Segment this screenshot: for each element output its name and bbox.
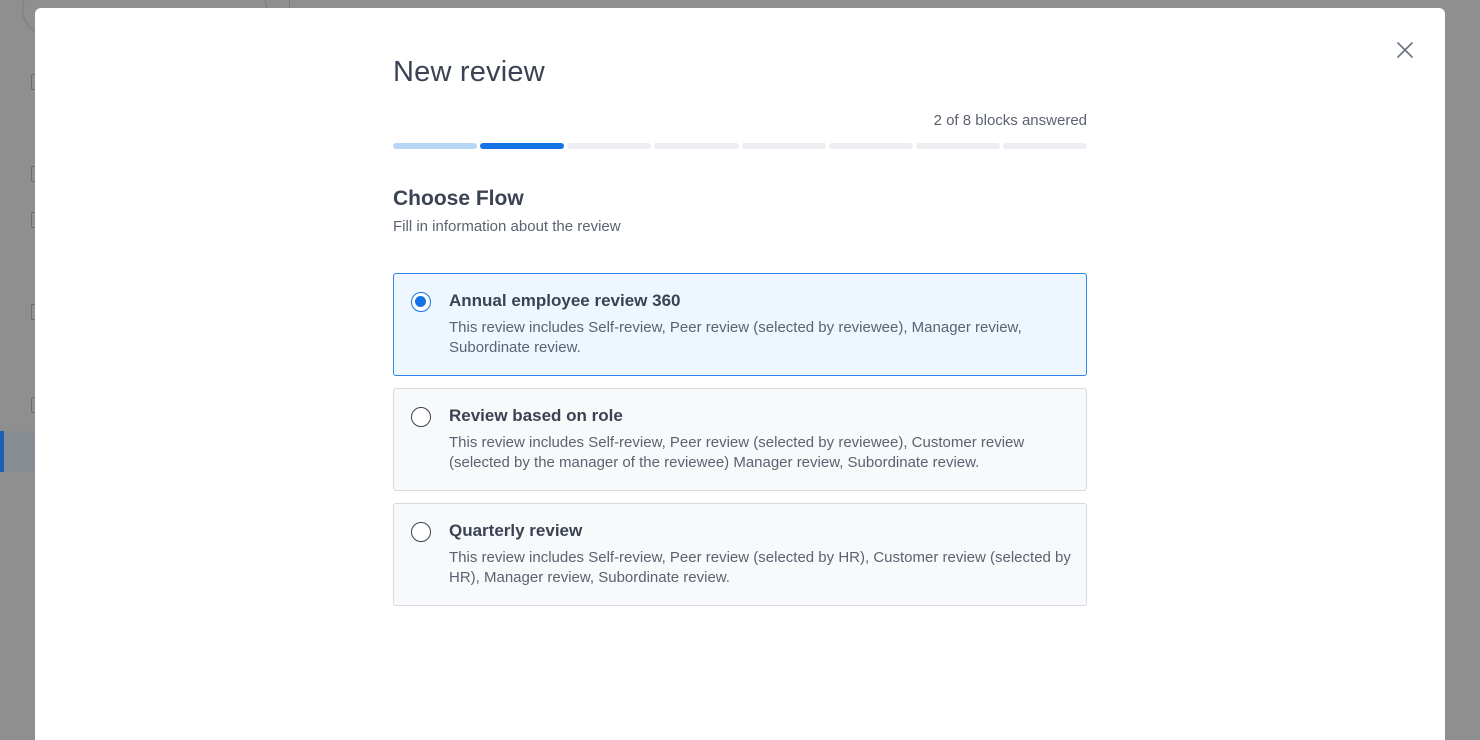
progress-segment: [915, 143, 1000, 149]
flow-option-annual-360[interactable]: Annual employee review 360 This review i…: [393, 273, 1087, 376]
progress-label: 2 of 8 blocks answered: [933, 112, 1087, 129]
flow-option-role-based[interactable]: Review based on role This review include…: [393, 388, 1087, 491]
progress-segment: [567, 143, 652, 149]
background-nav-active-item: [4, 431, 35, 472]
flow-option-quarterly[interactable]: Quarterly review This review includes Se…: [393, 503, 1087, 606]
radio-selected-dot: [415, 296, 426, 307]
progress-segment: [1002, 143, 1087, 149]
background-nav-active-indicator: [0, 431, 4, 472]
modal-title: New review: [393, 56, 545, 88]
progress-segment-done: [393, 143, 478, 149]
flow-option-description: This review includes Self-review, Peer r…: [449, 549, 1071, 586]
progress-segment: [741, 143, 826, 149]
section-subtitle: Fill in information about the review: [393, 218, 621, 235]
progress-segment: [828, 143, 913, 149]
flow-option-title: Annual employee review 360: [449, 291, 681, 310]
section-title: Choose Flow: [393, 187, 524, 210]
flow-options: Annual employee review 360 This review i…: [393, 273, 1087, 606]
flow-option-title: Review based on role: [449, 406, 623, 425]
flow-option-title: Quarterly review: [449, 521, 583, 540]
progress-segment-current: [480, 143, 565, 149]
radio-button[interactable]: [411, 522, 431, 542]
modal-content: New review 2 of 8 blocks answered Choose…: [393, 52, 1087, 606]
close-button[interactable]: [1395, 40, 1415, 60]
close-icon: [1395, 40, 1415, 60]
progress-segment: [654, 143, 739, 149]
radio-button[interactable]: [411, 292, 431, 312]
progress-bar: [393, 143, 1087, 149]
new-review-modal: New review 2 of 8 blocks answered Choose…: [35, 8, 1445, 740]
flow-option-description: This review includes Self-review, Peer r…: [449, 434, 1025, 471]
radio-button[interactable]: [411, 407, 431, 427]
flow-option-description: This review includes Self-review, Peer r…: [449, 319, 1022, 356]
